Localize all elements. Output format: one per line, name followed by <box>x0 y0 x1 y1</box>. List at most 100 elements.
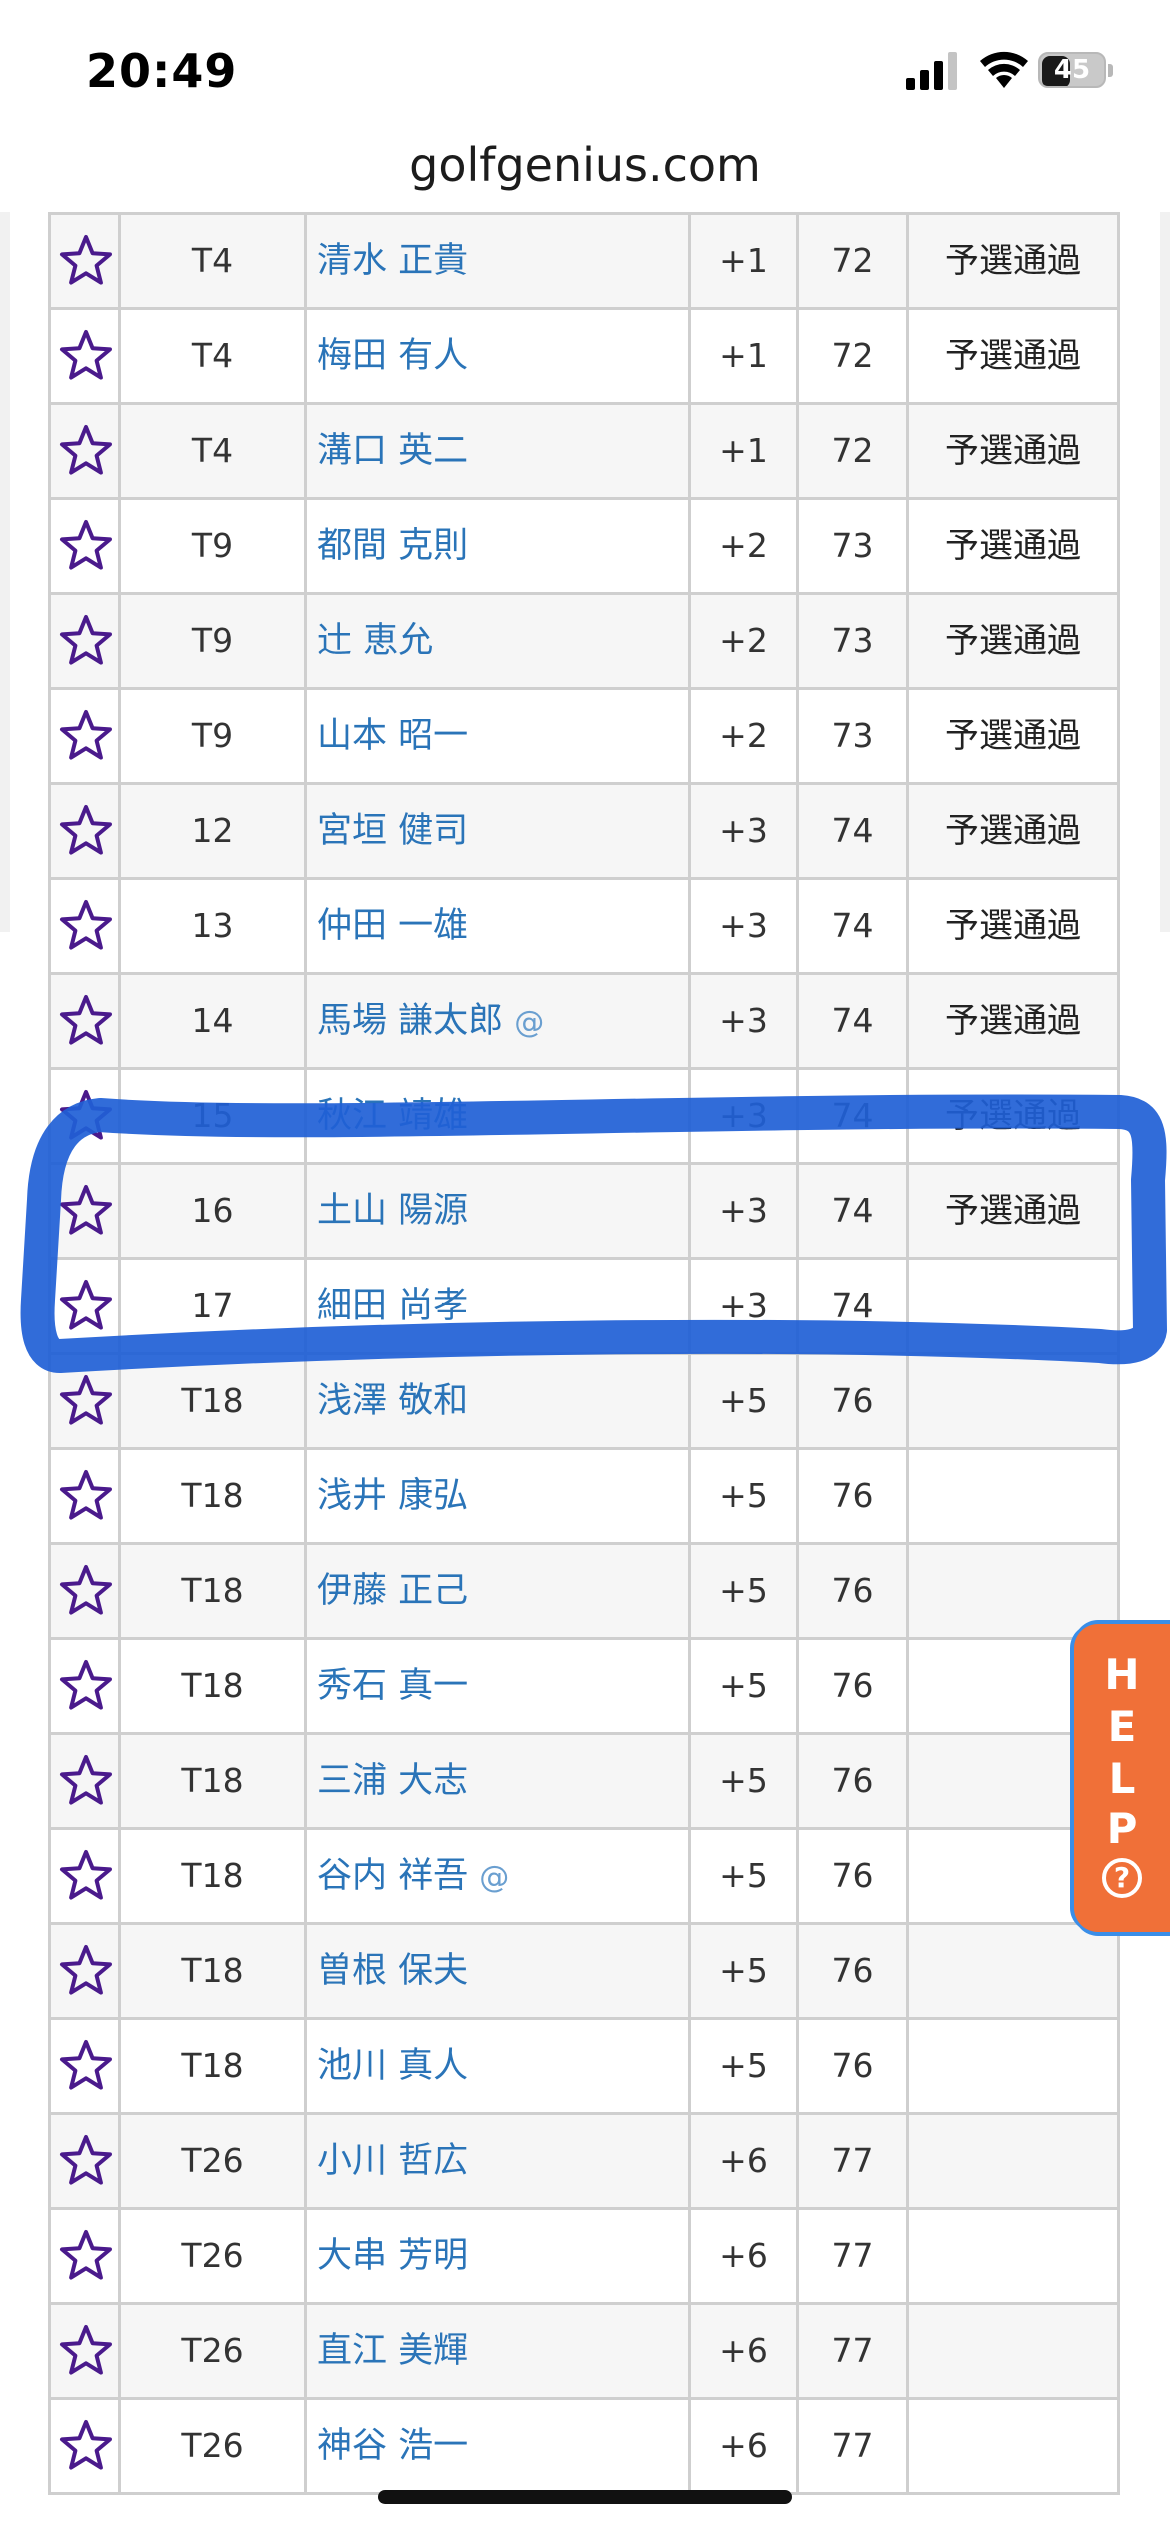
star-icon[interactable] <box>58 2323 114 2379</box>
favorite-cell[interactable] <box>48 1925 118 2017</box>
player-name-link[interactable]: 大串 芳明 <box>317 2236 468 2276</box>
player-name-cell[interactable]: 梅田 有人 <box>304 310 688 402</box>
player-name-link[interactable]: 馬場 謙太郎 <box>317 1001 503 1041</box>
star-icon[interactable] <box>58 1278 114 1334</box>
star-icon[interactable] <box>58 1183 114 1239</box>
help-button[interactable]: H E L P ? <box>1074 1624 1170 1932</box>
star-icon[interactable] <box>58 2038 114 2094</box>
star-icon[interactable] <box>58 2228 114 2284</box>
player-name-cell[interactable]: 宮垣 健司 <box>304 785 688 877</box>
favorite-cell[interactable] <box>48 1165 118 1257</box>
player-name-cell[interactable]: 谷内 祥吾 @ <box>304 1830 688 1922</box>
favorite-cell[interactable] <box>48 2115 118 2207</box>
favorite-cell[interactable] <box>48 690 118 782</box>
star-icon[interactable] <box>58 1088 114 1144</box>
star-icon[interactable] <box>58 1753 114 1809</box>
star-icon[interactable] <box>58 1468 114 1524</box>
player-name-link[interactable]: 溝口 英二 <box>317 431 468 471</box>
star-icon[interactable] <box>58 1563 114 1619</box>
star-icon[interactable] <box>58 708 114 764</box>
player-name-cell[interactable]: 浅澤 敬和 <box>304 1355 688 1447</box>
player-name-cell[interactable]: 山本 昭一 <box>304 690 688 782</box>
favorite-cell[interactable] <box>48 2210 118 2302</box>
player-name-cell[interactable]: 仲田 一雄 <box>304 880 688 972</box>
star-icon[interactable] <box>58 898 114 954</box>
player-name-cell[interactable]: 小川 哲広 <box>304 2115 688 2207</box>
favorite-cell[interactable] <box>48 595 118 687</box>
favorite-cell[interactable] <box>48 500 118 592</box>
player-name-cell[interactable]: 秀石 真一 <box>304 1640 688 1732</box>
favorite-cell[interactable] <box>48 975 118 1067</box>
player-name-cell[interactable]: 浅井 康弘 <box>304 1450 688 1542</box>
player-name-link[interactable]: 秀石 真一 <box>317 1666 468 1706</box>
player-name-cell[interactable]: 溝口 英二 <box>304 405 688 497</box>
player-name-link[interactable]: 浅澤 敬和 <box>317 1381 468 1421</box>
home-indicator[interactable] <box>378 2490 792 2504</box>
player-name-cell[interactable]: 池川 真人 <box>304 2020 688 2112</box>
favorite-cell[interactable] <box>48 880 118 972</box>
player-name-link[interactable]: 池川 真人 <box>317 2046 468 2086</box>
player-name-cell[interactable]: 秋江 靖雄 <box>304 1070 688 1162</box>
favorite-cell[interactable] <box>48 1355 118 1447</box>
player-name-cell[interactable]: 大串 芳明 <box>304 2210 688 2302</box>
player-name-link[interactable]: 辻 恵允 <box>317 621 433 661</box>
star-icon[interactable] <box>58 993 114 1049</box>
player-name-link[interactable]: 神谷 浩一 <box>317 2426 468 2466</box>
star-icon[interactable] <box>58 1943 114 1999</box>
player-name-link[interactable]: 細田 尚孝 <box>317 1286 468 1326</box>
favorite-cell[interactable] <box>48 215 118 307</box>
player-name-cell[interactable]: 清水 正貴 <box>304 215 688 307</box>
favorite-cell[interactable] <box>48 1070 118 1162</box>
favorite-cell[interactable] <box>48 785 118 877</box>
star-icon[interactable] <box>58 518 114 574</box>
favorite-cell[interactable] <box>48 1830 118 1922</box>
star-icon[interactable] <box>58 423 114 479</box>
star-icon[interactable] <box>58 1848 114 1904</box>
player-name-link[interactable]: 土山 陽源 <box>317 1191 468 1231</box>
favorite-cell[interactable] <box>48 2020 118 2112</box>
player-name-link[interactable]: 仲田 一雄 <box>317 906 468 946</box>
star-icon[interactable] <box>58 233 114 289</box>
player-name-link[interactable]: 浅井 康弘 <box>317 1476 468 1516</box>
player-name-link[interactable]: 直江 美輝 <box>317 2331 468 2371</box>
star-icon[interactable] <box>58 2133 114 2189</box>
player-name-link[interactable]: 秋江 靖雄 <box>317 1096 468 1136</box>
player-name-cell[interactable]: 辻 恵允 <box>304 595 688 687</box>
favorite-cell[interactable] <box>48 1450 118 1542</box>
player-name-link[interactable]: 伊藤 正己 <box>317 1571 468 1611</box>
player-name-cell[interactable]: 曽根 保夫 <box>304 1925 688 2017</box>
player-name-link[interactable]: 宮垣 健司 <box>317 811 468 851</box>
favorite-cell[interactable] <box>48 1545 118 1637</box>
player-name-cell[interactable]: 三浦 大志 <box>304 1735 688 1827</box>
player-name-cell[interactable]: 馬場 謙太郎 @ <box>304 975 688 1067</box>
player-name-cell[interactable]: 土山 陽源 <box>304 1165 688 1257</box>
player-name-cell[interactable]: 伊藤 正己 <box>304 1545 688 1637</box>
star-icon[interactable] <box>58 328 114 384</box>
favorite-cell[interactable] <box>48 1735 118 1827</box>
favorite-cell[interactable] <box>48 310 118 402</box>
star-icon[interactable] <box>58 2418 114 2474</box>
player-name-cell[interactable]: 細田 尚孝 <box>304 1260 688 1352</box>
player-name-link[interactable]: 都間 克則 <box>317 526 468 566</box>
browser-url-bar[interactable]: golfgenius.com <box>0 130 1170 213</box>
player-name-link[interactable]: 曽根 保夫 <box>317 1951 468 1991</box>
favorite-cell[interactable] <box>48 1260 118 1352</box>
player-name-link[interactable]: 三浦 大志 <box>317 1761 468 1801</box>
player-name-cell[interactable]: 神谷 浩一 <box>304 2400 688 2492</box>
url-text[interactable]: golfgenius.com <box>0 130 1170 200</box>
favorite-cell[interactable] <box>48 2305 118 2397</box>
favorite-cell[interactable] <box>48 1640 118 1732</box>
player-name-link[interactable]: 山本 昭一 <box>317 716 468 756</box>
star-icon[interactable] <box>58 1658 114 1714</box>
star-icon[interactable] <box>58 803 114 859</box>
player-name-cell[interactable]: 直江 美輝 <box>304 2305 688 2397</box>
player-name-link[interactable]: 梅田 有人 <box>317 336 468 376</box>
player-name-link[interactable]: 小川 哲広 <box>317 2141 468 2181</box>
player-name-link[interactable]: 清水 正貴 <box>317 241 468 281</box>
player-name-cell[interactable]: 都間 克則 <box>304 500 688 592</box>
star-icon[interactable] <box>58 1373 114 1429</box>
star-icon[interactable] <box>58 613 114 669</box>
player-name-link[interactable]: 谷内 祥吾 <box>317 1856 468 1896</box>
favorite-cell[interactable] <box>48 2400 118 2492</box>
favorite-cell[interactable] <box>48 405 118 497</box>
